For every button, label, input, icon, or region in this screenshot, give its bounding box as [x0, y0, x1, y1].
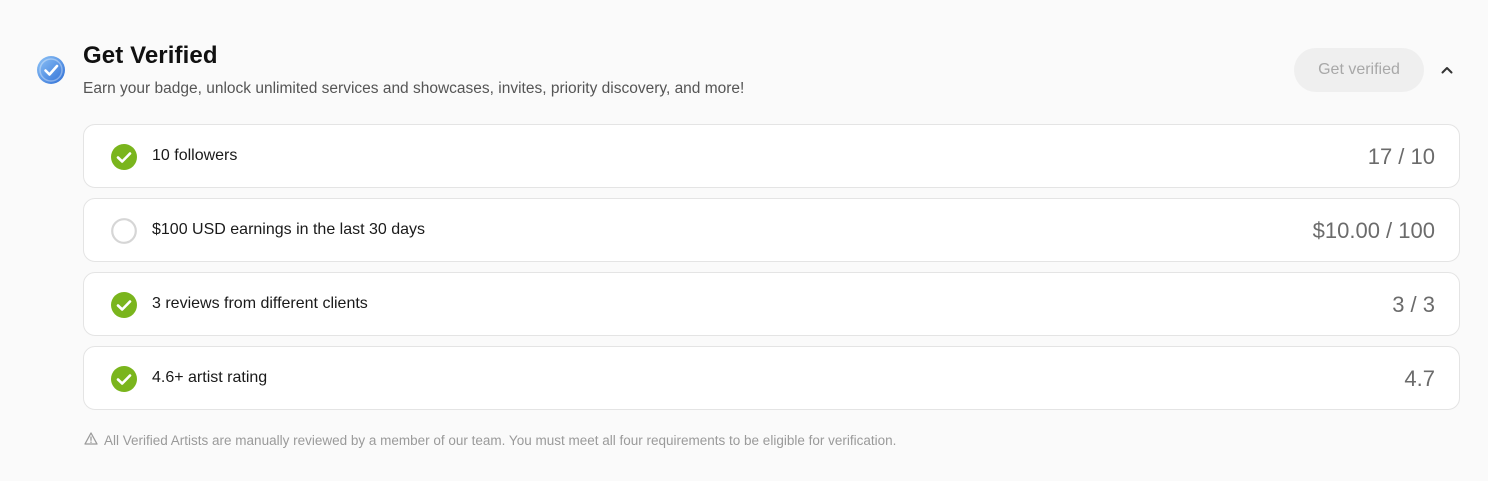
requirement-label: $100 USD earnings in the last 30 days	[152, 221, 426, 238]
warning-icon	[84, 432, 98, 448]
requirement-progress: 3 / 3	[1392, 292, 1435, 317]
requirement-row-followers: 10 followers 17 / 10	[83, 124, 1460, 188]
page-subtitle: Earn your badge, unlock unlimited servic…	[83, 80, 745, 97]
check-circle-icon	[111, 144, 137, 170]
requirement-label: 4.6+ artist rating	[152, 369, 268, 386]
empty-circle-icon	[111, 218, 137, 244]
requirement-row-reviews: 3 reviews from different clients 3 / 3	[83, 272, 1460, 336]
footnote-text: All Verified Artists are manually review…	[104, 432, 897, 448]
requirement-progress: $10.00 / 100	[1312, 218, 1435, 243]
requirement-progress: 17 / 10	[1367, 144, 1435, 169]
get-verified-panel: Get Verified Earn your badge, unlock unl…	[0, 0, 1488, 481]
verification-footnote: All Verified Artists are manually review…	[84, 432, 896, 448]
chevron-up-icon[interactable]	[1436, 59, 1458, 81]
requirement-row-earnings: $100 USD earnings in the last 30 days $1…	[83, 198, 1460, 262]
requirements-list: 10 followers 17 / 10 $100 USD earnings i…	[83, 124, 1460, 420]
get-verified-button[interactable]: Get verified	[1294, 48, 1424, 92]
check-circle-icon	[111, 292, 137, 318]
requirement-label: 3 reviews from different clients	[152, 295, 368, 312]
verified-badge-icon	[36, 55, 66, 85]
requirement-label: 10 followers	[152, 147, 238, 164]
check-circle-icon	[111, 366, 137, 392]
requirement-progress: 4.7	[1404, 366, 1435, 391]
page-title: Get Verified	[83, 42, 218, 69]
requirement-row-rating: 4.6+ artist rating 4.7	[83, 346, 1460, 410]
